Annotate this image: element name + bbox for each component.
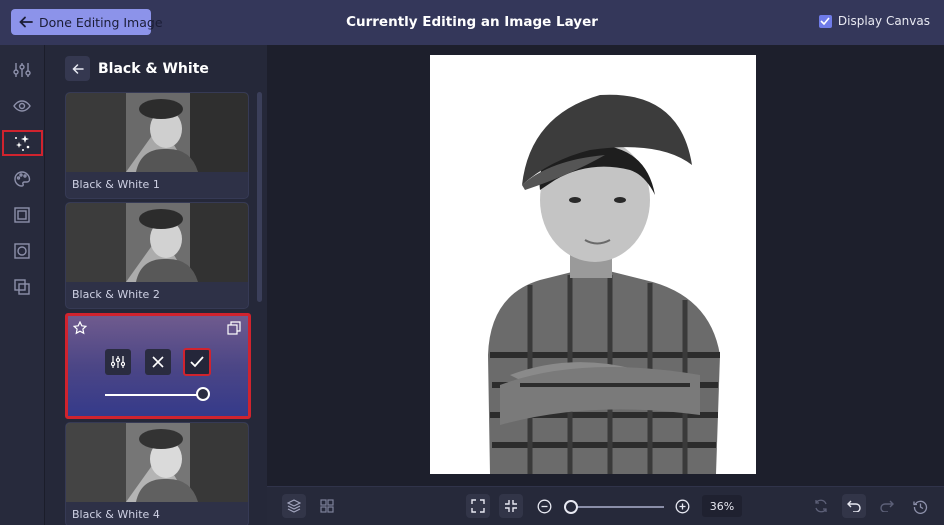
layers-icon	[287, 499, 301, 513]
cancel-filter-button[interactable]	[145, 349, 171, 375]
filter-card-black-white-1[interactable]: Black & White 1	[65, 92, 249, 199]
tool-rail	[0, 45, 45, 525]
history-button[interactable]	[908, 494, 932, 518]
page-title: Currently Editing an Image Layer	[346, 14, 598, 30]
shrink-button[interactable]	[499, 494, 523, 518]
sync-button[interactable]	[809, 494, 833, 518]
adjustments-icon	[111, 356, 125, 368]
panel-scrollbar[interactable]	[257, 92, 262, 302]
collapse-icon	[505, 500, 517, 512]
layers-button[interactable]	[282, 494, 306, 518]
eye-icon[interactable]	[11, 95, 33, 117]
filter-thumbnail	[66, 93, 248, 172]
undo-icon	[847, 500, 861, 512]
canvas-area	[267, 45, 944, 486]
filter-card-black-white-2[interactable]: Black & White 2	[65, 202, 249, 309]
palette-icon[interactable]	[11, 168, 33, 190]
filter-thumbnail	[66, 203, 248, 282]
frame-icon[interactable]	[11, 204, 33, 226]
filter-thumbnail	[66, 423, 248, 502]
artboard[interactable]	[430, 55, 756, 474]
display-canvas-label: Display Canvas	[837, 14, 930, 28]
filter-card-black-white-3-selected[interactable]	[65, 313, 251, 419]
display-canvas-checkbox[interactable]	[818, 14, 832, 28]
duplicate-icon[interactable]	[227, 320, 241, 339]
arrow-left-icon	[71, 63, 84, 74]
effects-sparkle-icon[interactable]	[2, 130, 43, 156]
zoom-level: 36%	[702, 495, 742, 517]
apply-filter-button[interactable]	[183, 348, 211, 376]
layers-overlap-icon[interactable]	[11, 276, 33, 298]
history-icon	[912, 500, 927, 514]
display-canvas-toggle[interactable]: Display Canvas	[818, 14, 930, 28]
expand-icon	[471, 499, 485, 513]
filter-panel: Black & White Black & White 1 Black & Wh…	[45, 45, 267, 525]
filter-settings-button[interactable]	[105, 349, 131, 375]
close-icon	[152, 356, 164, 368]
redo-button[interactable]	[875, 494, 899, 518]
panel-title: Black & White	[98, 60, 209, 77]
fit-to-screen-button[interactable]	[466, 494, 490, 518]
intensity-slider-handle[interactable]	[196, 387, 210, 401]
zoom-slider-handle[interactable]	[564, 500, 578, 514]
grid-button[interactable]	[315, 494, 339, 518]
zoom-in-icon[interactable]	[675, 499, 690, 518]
panel-header: Black & White	[65, 56, 209, 81]
edited-photo	[488, 94, 720, 474]
zoom-slider-track[interactable]	[564, 506, 664, 508]
check-icon	[820, 17, 831, 25]
intensity-slider-track[interactable]	[105, 394, 203, 396]
filter-card-label: Black & White 4	[72, 508, 160, 521]
filter-card-label: Black & White 2	[72, 288, 160, 301]
grid-icon	[320, 499, 334, 513]
check-icon	[190, 356, 204, 368]
redo-icon	[880, 500, 894, 512]
refresh-icon	[815, 499, 827, 513]
top-bar: Done Editing Image Currently Editing an …	[0, 0, 944, 45]
filter-card-black-white-4[interactable]: Black & White 4	[65, 422, 249, 525]
adjustments-icon[interactable]	[11, 59, 33, 81]
favorite-star-icon[interactable]	[72, 320, 88, 339]
mask-icon[interactable]	[11, 240, 33, 262]
zoom-out-icon[interactable]	[537, 499, 552, 518]
panel-back-button[interactable]	[65, 56, 90, 81]
undo-button[interactable]	[842, 494, 866, 518]
filter-card-label: Black & White 1	[72, 178, 160, 191]
bottom-toolbar: 36%	[267, 486, 944, 525]
